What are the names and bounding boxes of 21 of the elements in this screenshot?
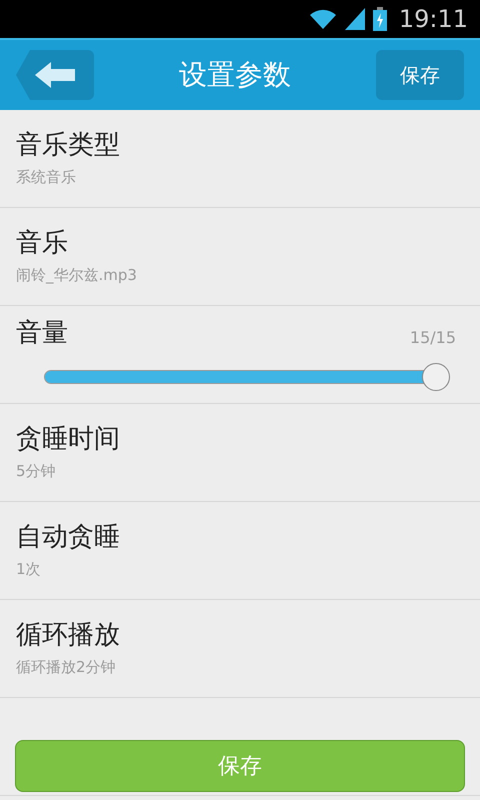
setting-title[interactable]: 音乐类型 — [16, 129, 464, 162]
setting-value: 闹铃_华尔兹.mp3 — [16, 264, 138, 286]
setting-value: 5分钟 — [16, 460, 57, 482]
volume-reading: 15/15 — [410, 326, 457, 349]
setting-value: 1次 — [16, 558, 42, 580]
setting-title[interactable]: 贪睡时间 — [16, 423, 464, 456]
setting-value: 循环播放2分钟 — [16, 656, 117, 678]
back-arrow-icon — [35, 62, 75, 88]
setting-value: 系统音乐 — [16, 166, 77, 188]
battery-icon — [372, 7, 387, 31]
signal-icon — [344, 8, 365, 30]
back-button[interactable] — [16, 50, 94, 100]
wifi-icon — [308, 8, 337, 30]
page-title: 设置参数 — [179, 57, 291, 93]
setting-title: 音量 — [16, 317, 68, 350]
slider-thumb[interactable] — [422, 362, 450, 391]
setting-title[interactable]: 循环播放 — [16, 619, 464, 652]
status-time: 19:11 — [398, 4, 468, 35]
save-button[interactable]: 保存 — [376, 50, 464, 100]
setting-title[interactable]: 音乐 — [16, 227, 464, 260]
setting-title[interactable]: 自动贪睡 — [16, 521, 464, 554]
